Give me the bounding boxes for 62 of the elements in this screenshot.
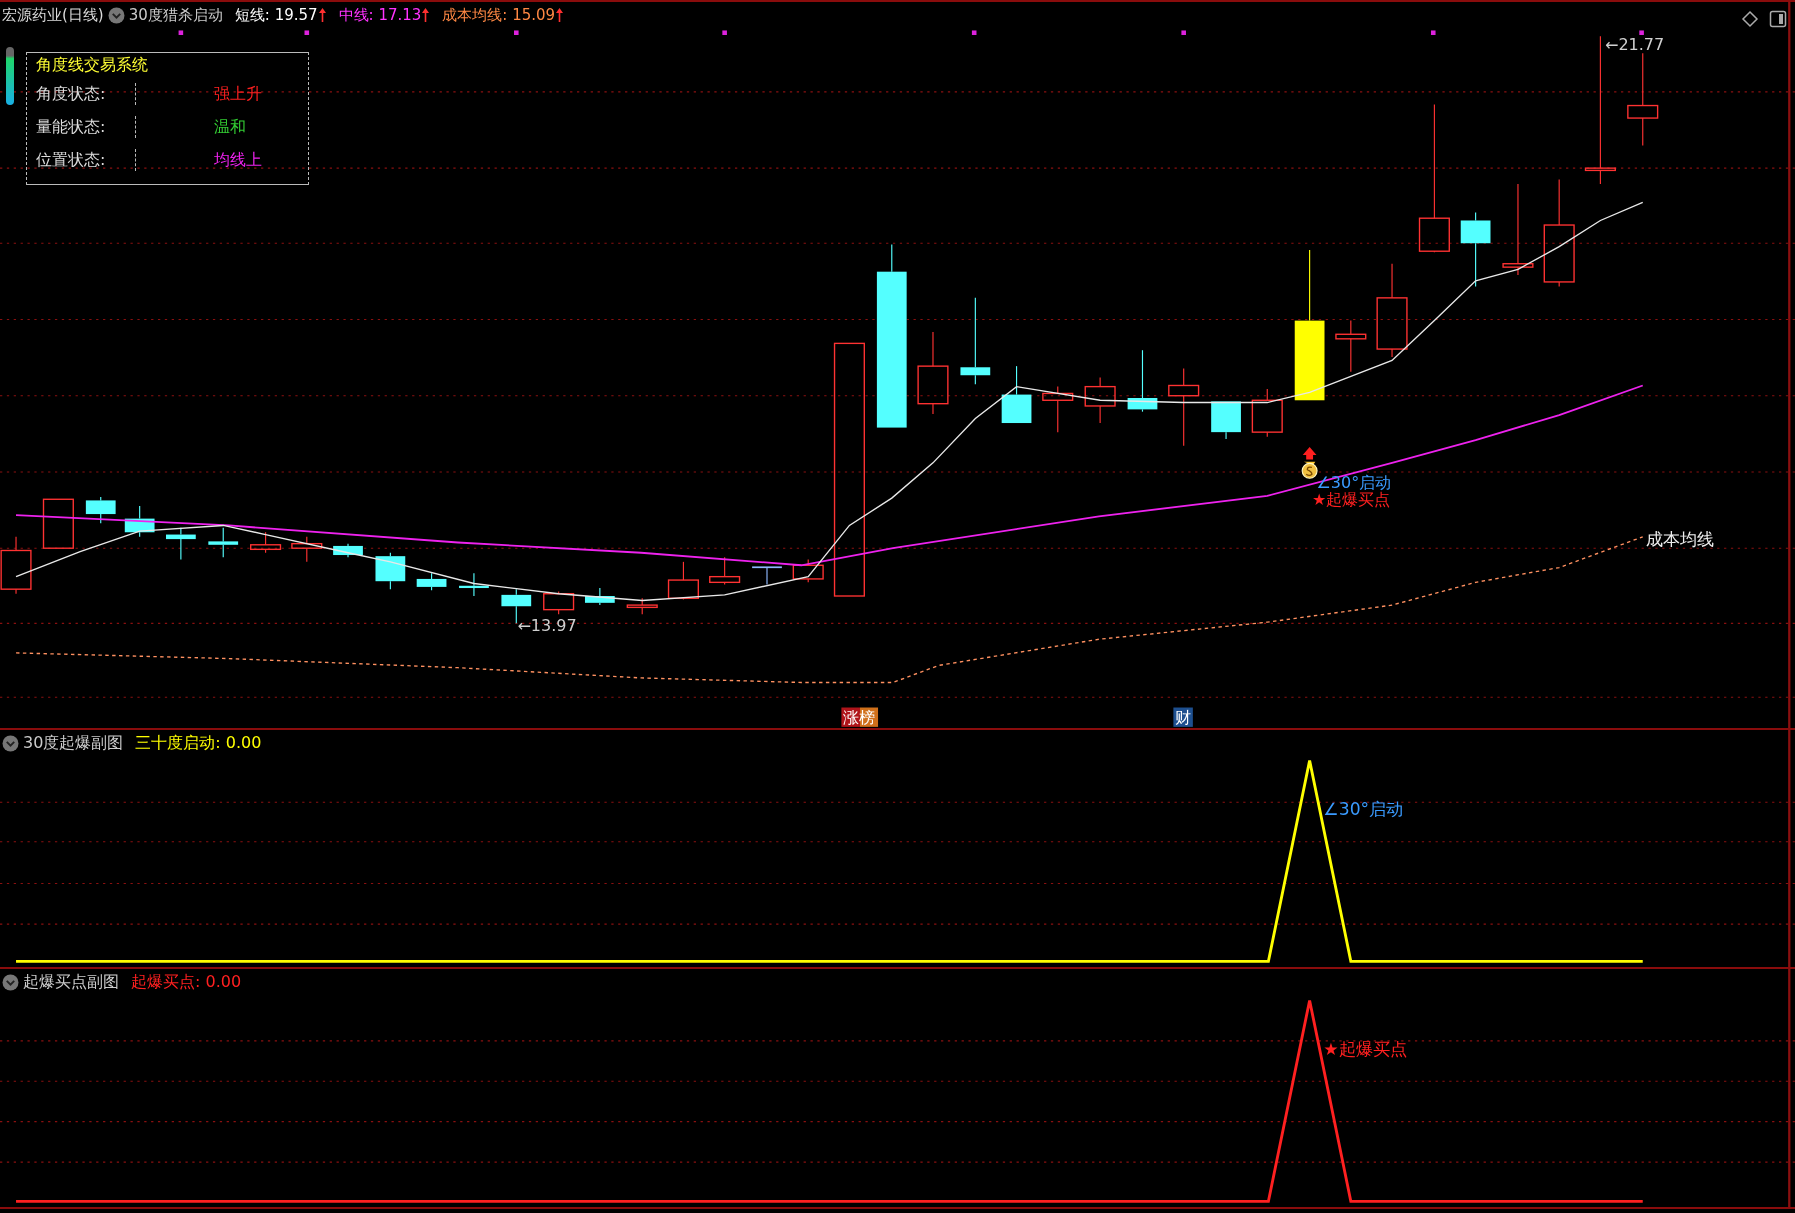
indicator-name: 30度猎杀启动	[128, 5, 223, 26]
candlestick	[42, 498, 74, 549]
candlestick	[1211, 401, 1241, 440]
money-bag-icon	[1301, 461, 1318, 479]
up-arrow-icon	[421, 7, 431, 23]
subchart-title: 30度起爆副图	[23, 732, 124, 754]
candlestick	[459, 572, 489, 597]
candlestick	[585, 587, 615, 606]
candlestick	[124, 505, 155, 538]
cost-line-label: 成本均线	[1646, 528, 1715, 549]
up-arrow-icon	[555, 7, 565, 23]
legend-label: 位置状态:	[36, 149, 136, 171]
line-value-label: 成本均线: 15.09	[442, 5, 556, 26]
candlestick	[416, 572, 447, 591]
candlestick	[1335, 320, 1367, 373]
legend-label: 角度状态:	[36, 83, 136, 105]
low-price-label: ←13.97	[517, 616, 577, 636]
panel-toggle-icon[interactable]	[1769, 10, 1787, 28]
signal-label: ★起爆买点	[1311, 490, 1391, 509]
candlestick	[85, 496, 116, 524]
level-bar	[6, 47, 14, 105]
legend-title: 角度线交易系统	[36, 54, 149, 76]
signal-label: ∠30°启动	[1316, 472, 1392, 492]
badge: 涨榜	[841, 707, 879, 728]
candlestick	[375, 552, 406, 590]
series-value-label: 起爆买点: 0.00	[131, 971, 242, 993]
candlestick	[208, 527, 239, 558]
candlestick	[0, 536, 32, 595]
high-price-label: ←21.77	[1604, 34, 1665, 54]
legend-value: 强上升	[214, 83, 262, 105]
signal-label: ∠30°启动	[1323, 798, 1404, 819]
dropdown-icon[interactable]	[2, 734, 19, 752]
line-value-label: 短线: 19.57	[234, 5, 318, 26]
candlestick	[792, 559, 824, 583]
candlestick	[1001, 365, 1032, 424]
subchart-title: 起爆买点副图	[23, 971, 119, 993]
badge: 财	[1173, 707, 1193, 728]
legend-value: 温和	[214, 116, 246, 138]
candlestick	[166, 527, 196, 561]
up-arrow-icon	[1302, 446, 1317, 460]
line-value-label: 中线: 17.13	[338, 5, 422, 26]
legend-value: 均线上	[214, 149, 262, 171]
candlestick	[1251, 388, 1283, 438]
signal-label: ★起爆买点	[1323, 1039, 1408, 1060]
series-value-label: 三十度启动: 0.00	[135, 732, 262, 754]
candlestick	[626, 597, 658, 615]
candlestick	[333, 543, 363, 558]
candlestick	[1084, 376, 1116, 424]
candlestick	[543, 590, 575, 615]
candlestick	[667, 561, 699, 600]
candlestick	[752, 566, 782, 586]
candlestick	[1042, 386, 1074, 433]
up-arrow-icon	[317, 7, 327, 23]
candlestick	[709, 556, 741, 586]
dropdown-icon[interactable]	[107, 6, 125, 24]
legend-label: 量能状态:	[36, 116, 136, 138]
candlestick	[250, 531, 282, 554]
candlestick	[291, 536, 323, 563]
dropdown-icon[interactable]	[2, 973, 19, 991]
stock-title: 宏源药业(日线)	[2, 5, 104, 26]
candlestick	[1127, 349, 1158, 413]
diamond-icon[interactable]	[1741, 10, 1759, 28]
